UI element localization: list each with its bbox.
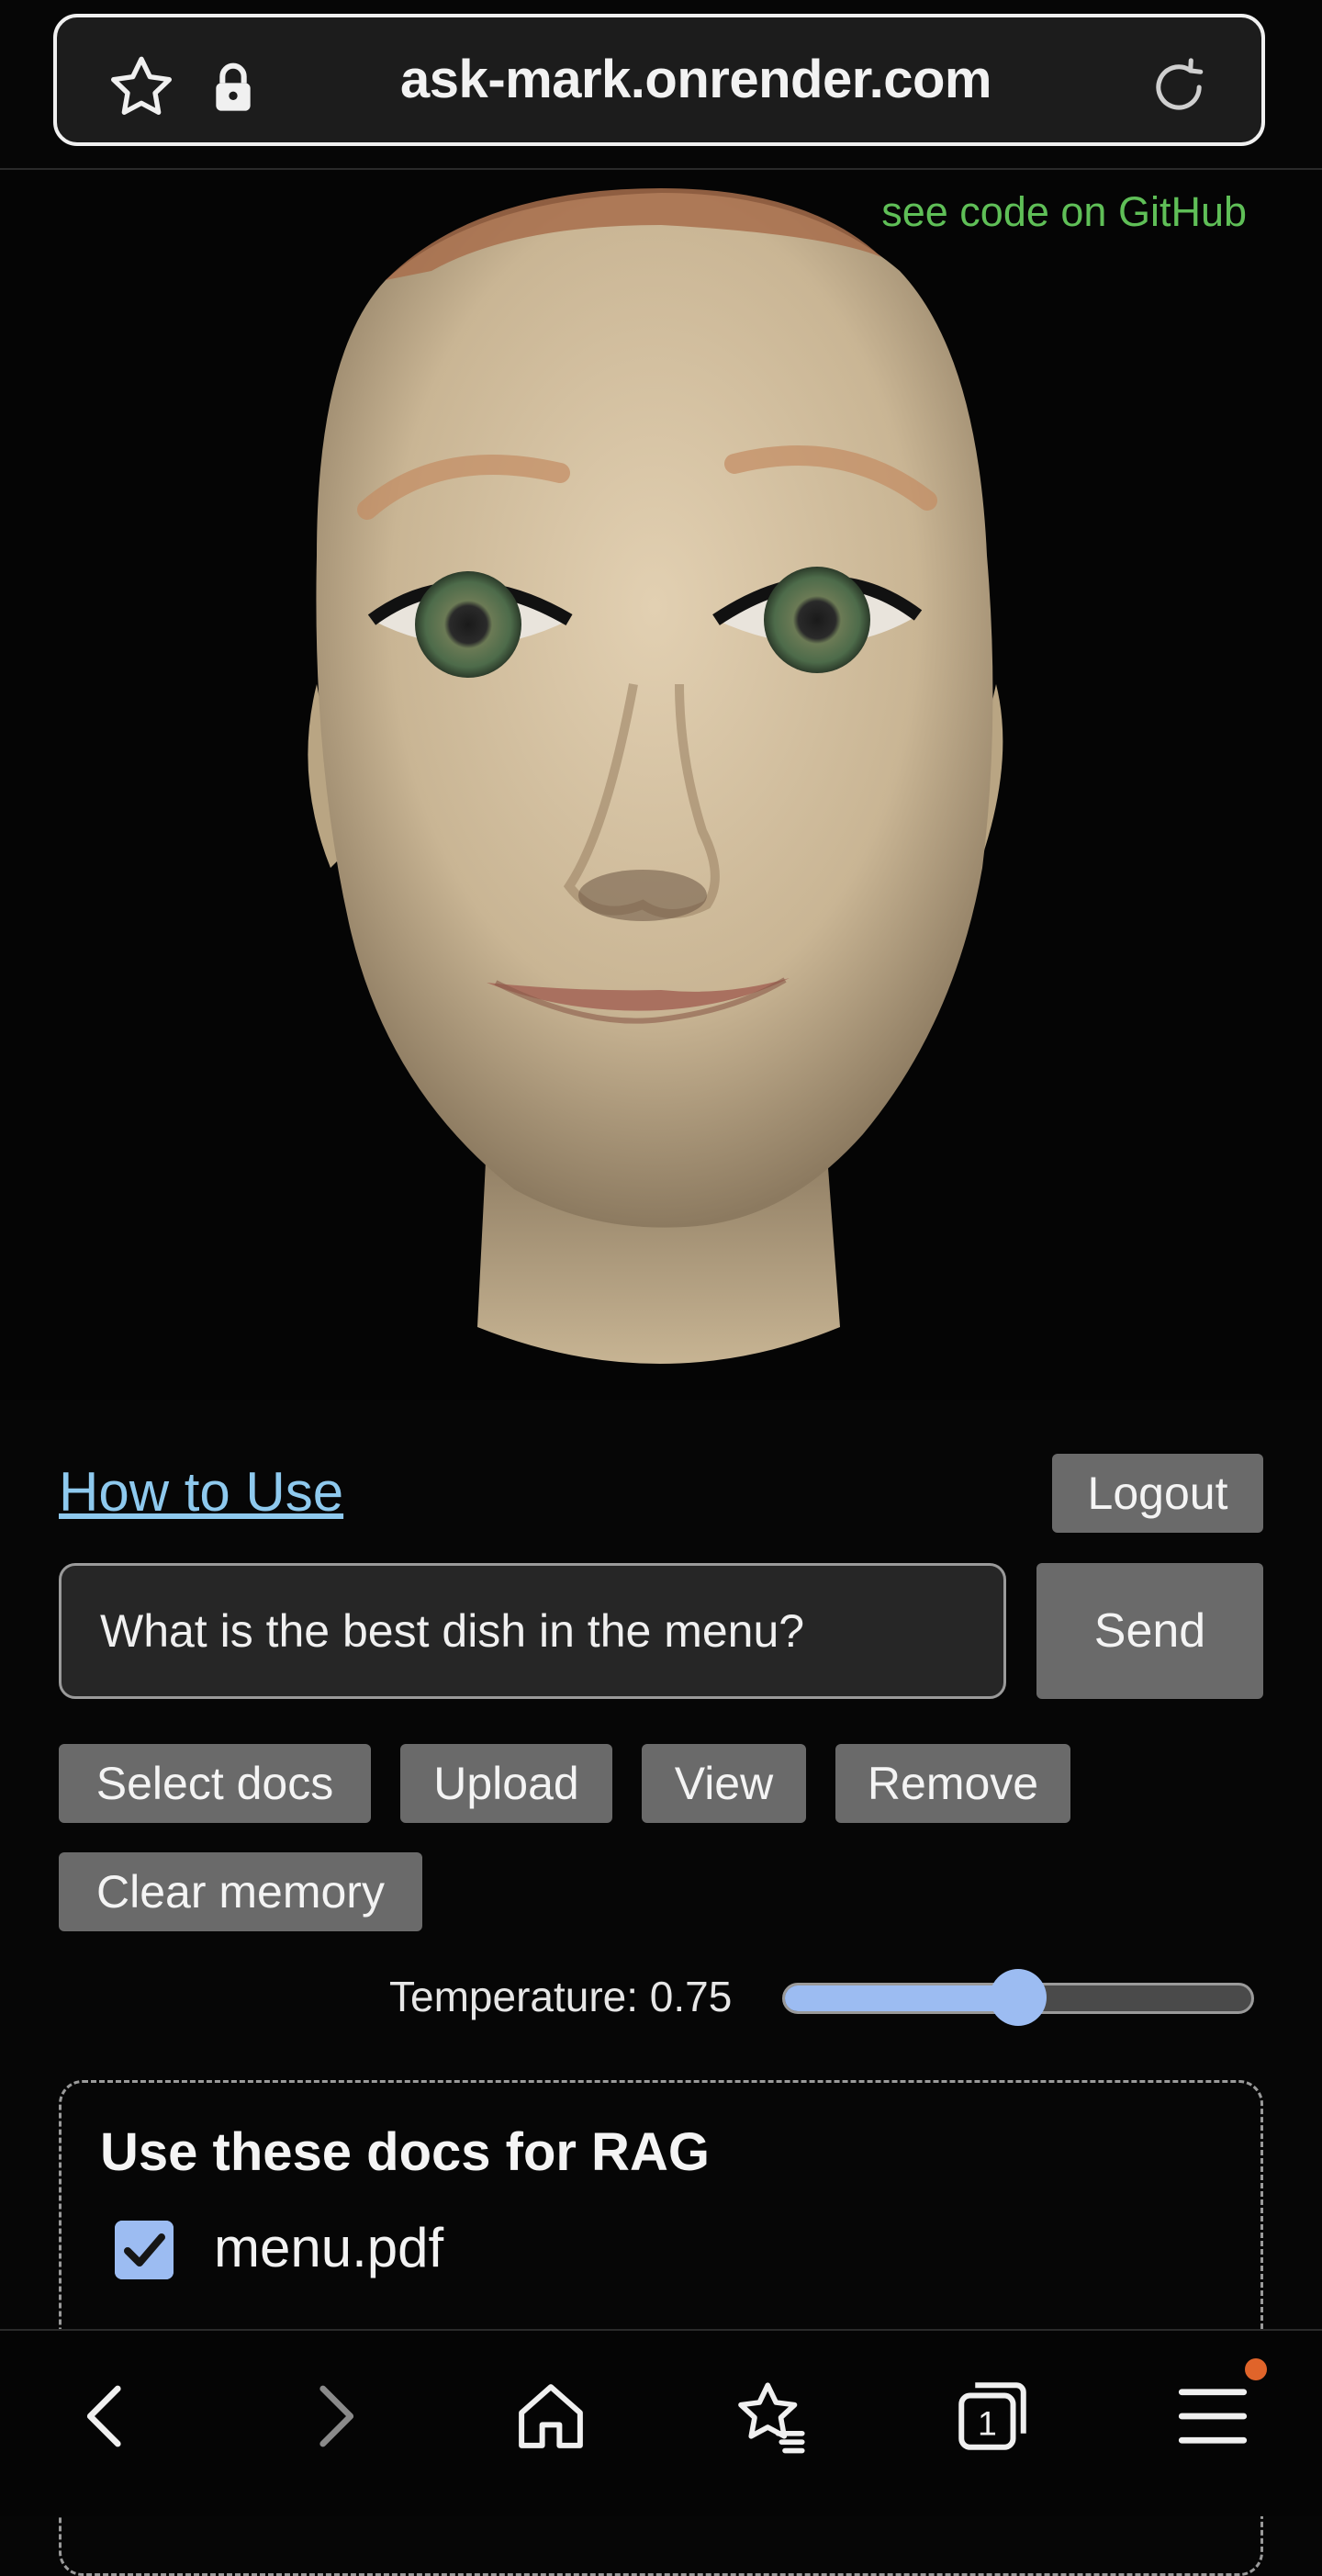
send-button[interactable]: Send [1036, 1563, 1263, 1699]
avatar-head-render [308, 188, 1003, 1364]
upload-button[interactable]: Upload [400, 1744, 612, 1823]
address-bar[interactable]: ask-mark.onrender.com [53, 14, 1265, 146]
notification-dot [1245, 2358, 1267, 2380]
bookmarks-icon[interactable] [730, 2375, 812, 2458]
browser-bottom-nav: 1 [0, 2329, 1322, 2516]
forward-icon[interactable] [292, 2375, 375, 2458]
github-link[interactable]: see code on GitHub [881, 188, 1247, 236]
url-text[interactable]: ask-mark.onrender.com [332, 17, 1059, 142]
rag-title: Use these docs for RAG [100, 2122, 710, 2182]
select-docs-button[interactable]: Select docs [59, 1744, 371, 1823]
browser-toolbar: ask-mark.onrender.com [0, 0, 1322, 170]
tabs-icon[interactable]: 1 [951, 2375, 1034, 2458]
lock-icon [216, 62, 251, 111]
slider-thumb[interactable] [990, 1969, 1047, 2026]
temperature-slider[interactable] [782, 1969, 1254, 2026]
remove-button[interactable]: Remove [835, 1744, 1070, 1823]
star-icon[interactable] [105, 51, 178, 124]
rag-doc-name: menu.pdf [214, 2217, 444, 2278]
menu-pdf-checkbox[interactable] [115, 2221, 174, 2279]
avatar-scene[interactable]: see code on GitHub [0, 170, 1322, 1400]
clear-memory-button[interactable]: Clear memory [59, 1852, 422, 1931]
how-to-use-link[interactable]: How to Use [59, 1460, 343, 1524]
reload-icon[interactable] [1144, 52, 1214, 122]
back-icon[interactable] [66, 2375, 149, 2458]
view-button[interactable]: View [642, 1744, 806, 1823]
logout-button[interactable]: Logout [1052, 1454, 1263, 1533]
message-input[interactable]: What is the best dish in the menu? [59, 1563, 1006, 1699]
home-icon[interactable] [510, 2375, 592, 2458]
menu-icon[interactable] [1171, 2375, 1254, 2458]
temperature-label: Temperature: 0.75 [389, 1973, 733, 2020]
slider-fill [785, 1985, 1018, 2011]
tab-count: 1 [978, 2404, 997, 2443]
